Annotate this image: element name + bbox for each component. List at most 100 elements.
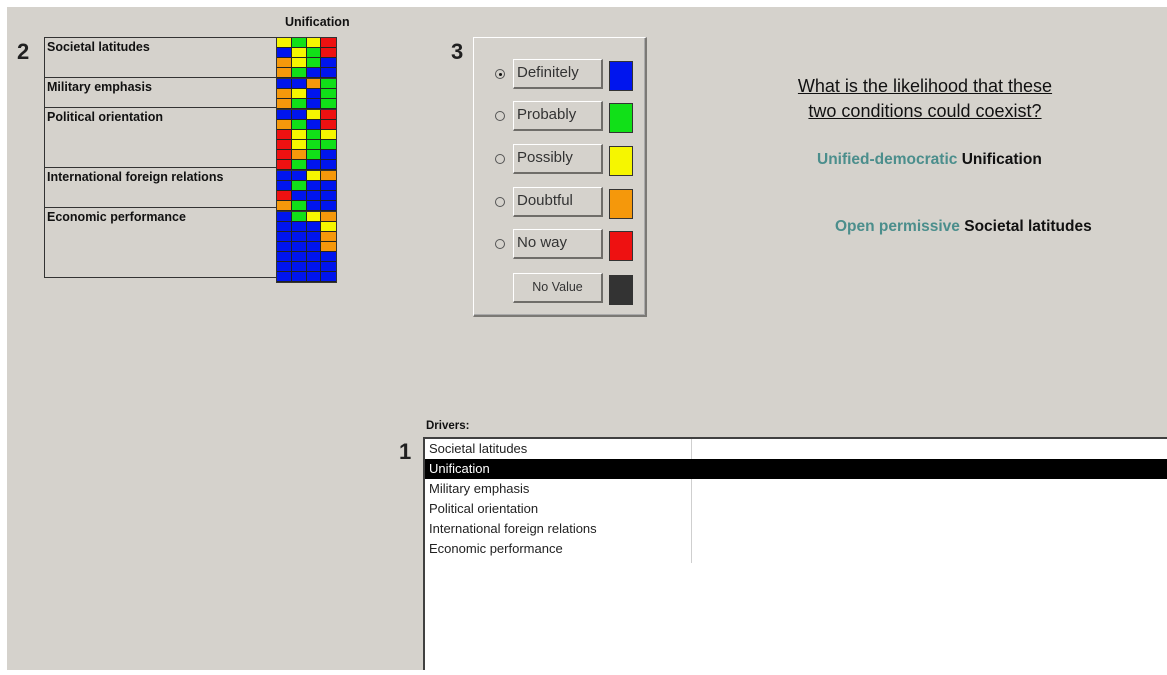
matrix-cell[interactable] xyxy=(277,171,292,181)
possibly-button[interactable]: Possibly xyxy=(513,144,603,174)
matrix-cell[interactable] xyxy=(277,38,292,48)
matrix-cell[interactable] xyxy=(277,212,292,222)
matrix-cell[interactable] xyxy=(306,48,322,58)
matrix-cell[interactable] xyxy=(277,89,292,99)
matrix-cell[interactable] xyxy=(306,120,322,130)
matrix-cell[interactable] xyxy=(306,140,322,150)
matrix-cell[interactable] xyxy=(277,120,292,130)
matrix-cell[interactable] xyxy=(277,58,292,68)
matrix-cell[interactable] xyxy=(291,89,307,99)
matrix-cell[interactable] xyxy=(306,68,322,78)
matrix-cell[interactable] xyxy=(321,262,336,272)
matrix-cell[interactable] xyxy=(321,140,336,150)
radio-probably[interactable] xyxy=(495,111,505,121)
radio-no-way[interactable] xyxy=(495,239,505,249)
matrix-cell[interactable] xyxy=(277,252,292,262)
definitely-button[interactable]: Definitely xyxy=(513,59,603,89)
matrix-cell[interactable] xyxy=(291,222,307,232)
matrix-cell[interactable] xyxy=(277,140,292,150)
drivers-listbox[interactable]: Societal latitudes Unification Military em… xyxy=(423,437,1167,670)
matrix-cell[interactable] xyxy=(306,160,322,170)
probably-button[interactable]: Probably xyxy=(513,101,603,131)
matrix-cell[interactable] xyxy=(306,150,322,160)
matrix-cell[interactable] xyxy=(321,252,336,262)
list-item[interactable]: International foreign relations xyxy=(425,519,1167,539)
matrix-cell[interactable] xyxy=(277,232,292,242)
matrix-cell[interactable] xyxy=(321,99,336,109)
matrix-cell[interactable] xyxy=(277,201,292,211)
matrix-cell[interactable] xyxy=(291,110,307,120)
doubtful-button[interactable]: Doubtful xyxy=(513,187,603,217)
matrix-cell[interactable] xyxy=(291,130,307,140)
matrix-cell[interactable] xyxy=(321,232,336,242)
matrix-cell[interactable] xyxy=(306,262,322,272)
matrix-cell[interactable] xyxy=(277,48,292,58)
matrix-cell[interactable] xyxy=(321,48,336,58)
matrix-cell[interactable] xyxy=(321,150,336,160)
matrix-cell[interactable] xyxy=(291,140,307,150)
matrix-cell[interactable] xyxy=(277,191,292,201)
matrix-cell[interactable] xyxy=(277,272,292,282)
matrix-cell[interactable] xyxy=(291,272,307,282)
matrix-cell[interactable] xyxy=(291,232,307,242)
matrix-cell[interactable] xyxy=(277,99,292,109)
matrix-cell[interactable] xyxy=(291,262,307,272)
matrix-cell[interactable] xyxy=(306,272,322,282)
matrix-cell[interactable] xyxy=(306,38,322,48)
matrix-cell[interactable] xyxy=(291,171,307,181)
no-way-button[interactable]: No way xyxy=(513,229,603,259)
matrix-cell[interactable] xyxy=(277,150,292,160)
matrix-cell[interactable] xyxy=(321,222,336,232)
list-item[interactable]: Societal latitudes xyxy=(425,439,1167,459)
matrix-cell[interactable] xyxy=(306,181,322,191)
matrix-cell[interactable] xyxy=(321,120,336,130)
no-value-button[interactable]: No Value xyxy=(513,273,603,303)
matrix-cell[interactable] xyxy=(306,212,322,222)
matrix-cell[interactable] xyxy=(321,79,336,89)
list-item[interactable]: Political orientation xyxy=(425,499,1167,519)
matrix-cell[interactable] xyxy=(277,222,292,232)
matrix-cell[interactable] xyxy=(306,252,322,262)
matrix-cell[interactable] xyxy=(306,191,322,201)
matrix-cell[interactable] xyxy=(277,262,292,272)
matrix-cell[interactable] xyxy=(291,201,307,211)
matrix-cell[interactable] xyxy=(291,181,307,191)
matrix-cell[interactable] xyxy=(321,110,336,120)
matrix-cell[interactable] xyxy=(277,68,292,78)
matrix-cell[interactable] xyxy=(306,58,322,68)
matrix-cell[interactable] xyxy=(306,79,322,89)
matrix-cell[interactable] xyxy=(321,89,336,99)
matrix-cell[interactable] xyxy=(291,212,307,222)
matrix-cell[interactable] xyxy=(306,171,322,181)
matrix-cell[interactable] xyxy=(277,160,292,170)
matrix-cell[interactable] xyxy=(321,181,336,191)
matrix-cell[interactable] xyxy=(291,242,307,252)
matrix-cell[interactable] xyxy=(306,130,322,140)
list-item[interactable]: Economic performance xyxy=(425,539,1167,559)
matrix-cell[interactable] xyxy=(321,160,336,170)
matrix-cell[interactable] xyxy=(291,160,307,170)
matrix-cell[interactable] xyxy=(291,48,307,58)
matrix-cell[interactable] xyxy=(321,212,336,222)
matrix-cell[interactable] xyxy=(291,68,307,78)
matrix-cell[interactable] xyxy=(291,38,307,48)
matrix-cell[interactable] xyxy=(321,38,336,48)
radio-doubtful[interactable] xyxy=(495,197,505,207)
matrix-cell[interactable] xyxy=(306,110,322,120)
matrix-cell[interactable] xyxy=(277,181,292,191)
matrix-cell[interactable] xyxy=(306,222,322,232)
matrix-cell[interactable] xyxy=(291,120,307,130)
matrix-cell[interactable] xyxy=(321,130,336,140)
matrix-cell[interactable] xyxy=(291,191,307,201)
matrix-cell[interactable] xyxy=(321,68,336,78)
matrix-cell[interactable] xyxy=(321,201,336,211)
matrix-cell[interactable] xyxy=(291,58,307,68)
matrix-cell[interactable] xyxy=(291,150,307,160)
matrix-cell[interactable] xyxy=(306,89,322,99)
radio-possibly[interactable] xyxy=(495,154,505,164)
matrix-cell[interactable] xyxy=(321,242,336,252)
matrix-cell[interactable] xyxy=(277,130,292,140)
matrix-cell[interactable] xyxy=(291,252,307,262)
matrix-cell[interactable] xyxy=(277,79,292,89)
matrix-cell[interactable] xyxy=(306,201,322,211)
